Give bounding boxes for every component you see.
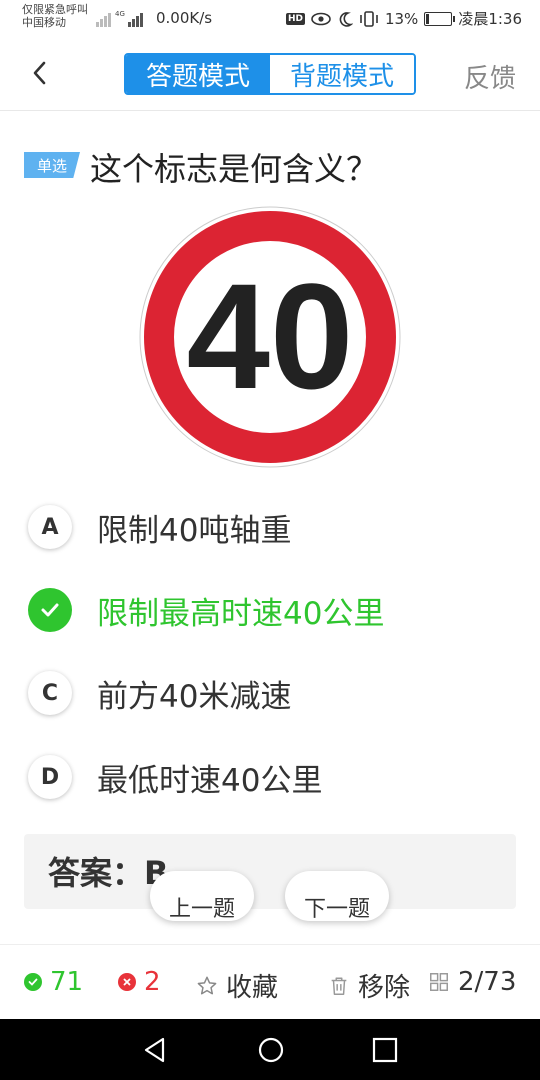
option-b[interactable]: 限制最高时速40公里: [28, 586, 518, 634]
nav-home-icon[interactable]: [256, 1035, 286, 1065]
trash-icon: [331, 976, 347, 995]
favorite-label: 收藏: [226, 973, 279, 1003]
option-c-text: 前方40米减速: [97, 678, 292, 715]
option-b-text: 限制最高时速40公里: [97, 595, 385, 632]
prev-question-button[interactable]: 上一题: [150, 871, 254, 921]
header-divider: [0, 110, 540, 111]
option-c-letter: C: [28, 671, 72, 715]
battery-percent: 13%: [384, 9, 419, 28]
answer-panel: 答案：B: [24, 834, 516, 909]
wrong-icon: [118, 973, 136, 991]
option-a-letter: A: [28, 505, 72, 549]
signal-icon: 4G: [96, 10, 143, 27]
hd-icon: HD: [285, 12, 305, 25]
nav-back-icon[interactable]: [140, 1035, 170, 1065]
stats-bar: 71 2 收藏 移除 2/73: [0, 945, 540, 1019]
remove-label: 移除: [358, 973, 411, 1003]
battery-icon: [424, 11, 456, 26]
option-c[interactable]: C 前方40米减速: [28, 669, 518, 717]
option-d[interactable]: D 最低时速40公里: [28, 753, 518, 801]
prev-question-label: 上一题: [168, 897, 235, 921]
status-bar: 仅限紧急呼叫 中国移动 4G 0.00K/s HD 13% 凌晨1:36: [0, 0, 540, 36]
favorite-button[interactable]: 收藏: [196, 967, 278, 1004]
correct-count-value: 71: [50, 967, 84, 997]
option-d-text: 最低时速40公里: [97, 762, 323, 799]
clock: 凌晨1:36: [458, 10, 522, 28]
wrong-count[interactable]: 2: [118, 967, 161, 997]
back-arrow-icon[interactable]: [26, 58, 56, 88]
carrier-emergency-text: 仅限紧急呼叫: [22, 3, 88, 16]
checkmark-icon: [28, 588, 72, 632]
sign-number: 40: [187, 252, 354, 420]
wrong-count-value: 2: [144, 967, 161, 997]
option-d-letter: D: [28, 755, 72, 799]
option-a[interactable]: A 限制40吨轴重: [28, 503, 518, 551]
carrier-name: 中国移动: [22, 16, 66, 29]
remove-button[interactable]: 移除: [328, 967, 410, 1004]
system-nav-bar: [0, 1019, 540, 1080]
question-type-badge: 单选: [24, 152, 80, 178]
correct-icon: [24, 973, 42, 991]
grid-icon: [430, 973, 448, 991]
vibrate-icon: [360, 10, 378, 27]
moon-icon: [339, 11, 353, 27]
tab-recite-mode[interactable]: 背题模式: [270, 55, 414, 93]
progress-value: 2/73: [458, 967, 517, 997]
nav-recents-icon[interactable]: [370, 1035, 400, 1065]
network-speed: 0.00K/s: [156, 9, 213, 27]
next-question-label: 下一题: [303, 897, 370, 921]
network-type-label: 4G: [115, 10, 125, 18]
mode-toggle: 答题模式 背题模式: [124, 53, 416, 95]
correct-count[interactable]: 71: [24, 967, 83, 997]
carrier-info: 仅限紧急呼叫 中国移动: [22, 3, 88, 29]
speed-limit-sign-image: 40: [139, 206, 401, 468]
option-a-text: 限制40吨轴重: [97, 512, 292, 549]
next-question-button[interactable]: 下一题: [285, 871, 389, 921]
status-icons: HD 13% 凌晨1:36: [285, 8, 522, 29]
progress-button[interactable]: 2/73: [428, 967, 516, 997]
tab-answer-mode[interactable]: 答题模式: [126, 55, 270, 93]
eye-icon: [311, 12, 331, 25]
feedback-button[interactable]: 反馈: [464, 58, 516, 95]
star-icon: [197, 976, 217, 994]
question-text: 这个标志是何含义？: [90, 150, 379, 188]
